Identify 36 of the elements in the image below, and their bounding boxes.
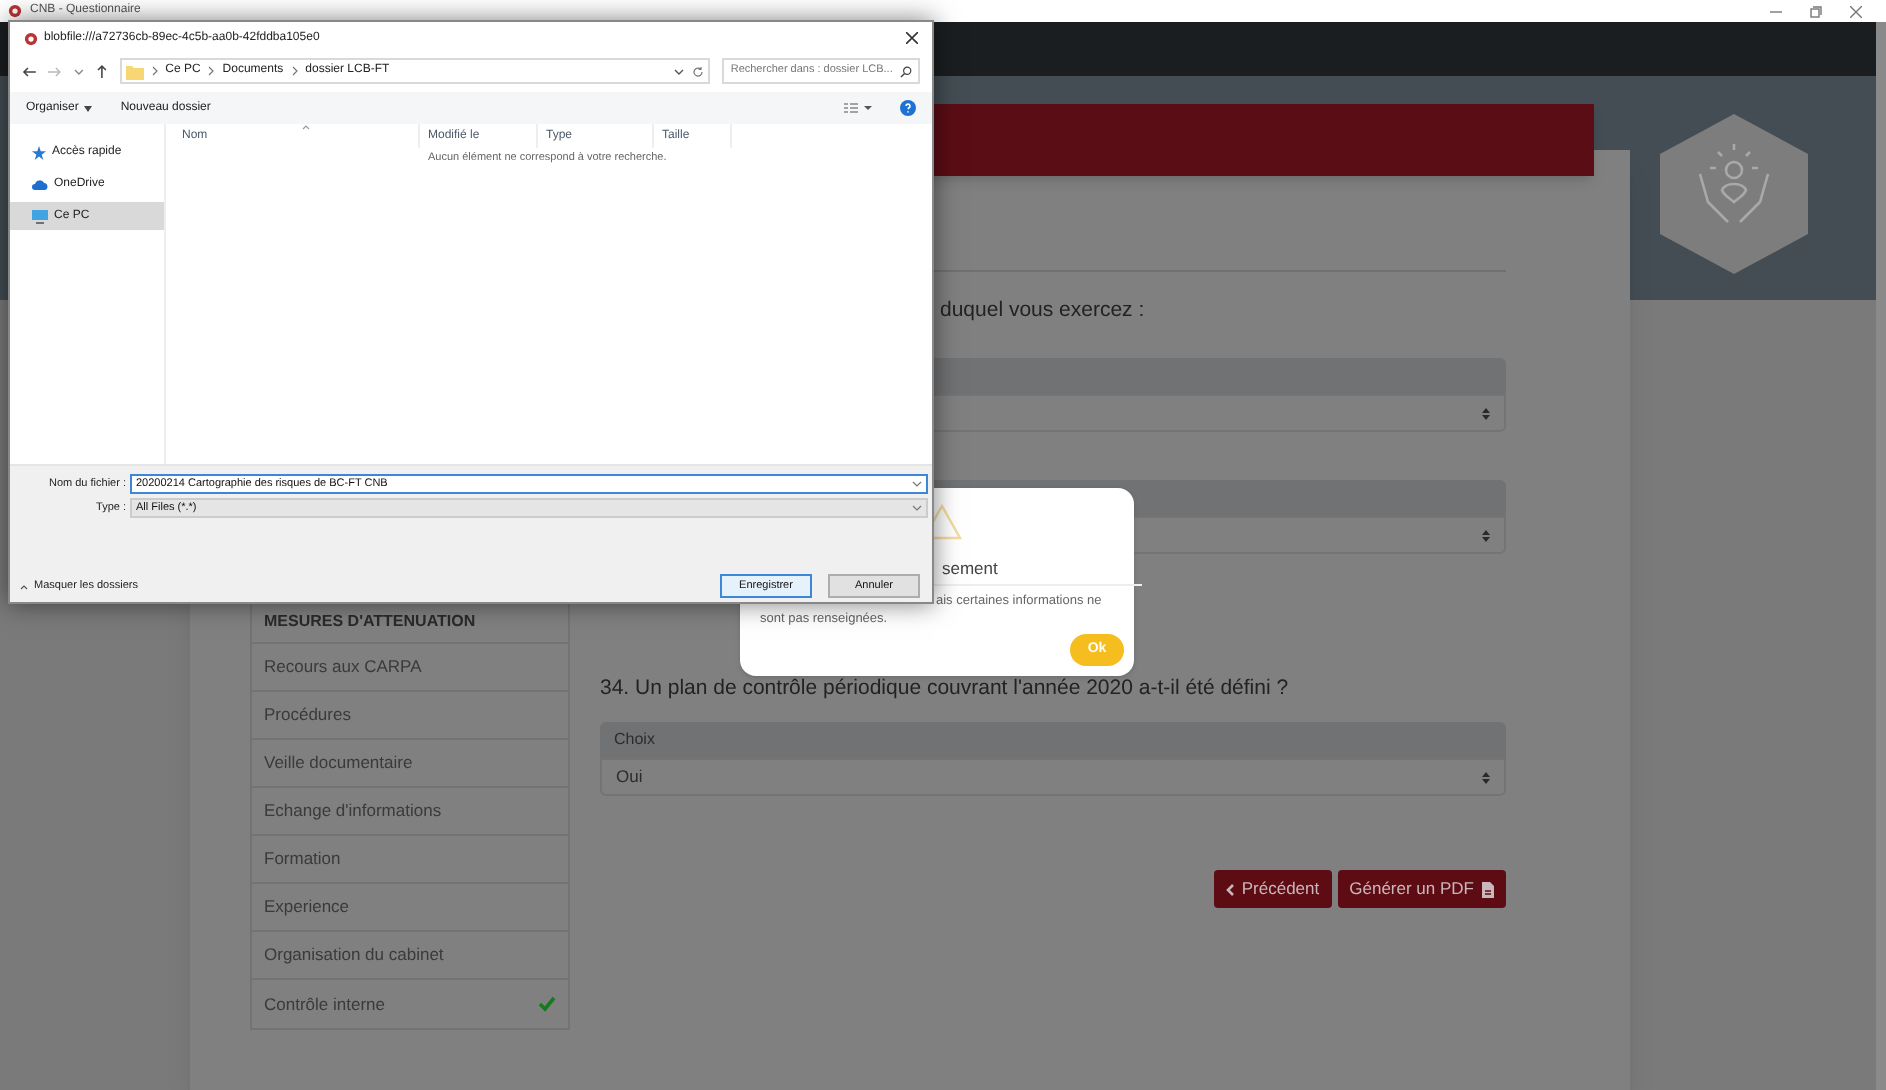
help-icon[interactable]: [900, 100, 916, 116]
chevron-right-icon: [291, 66, 298, 76]
chevron-left-icon: [1225, 883, 1234, 895]
close-icon[interactable]: [906, 32, 918, 44]
nav-button[interactable]: Précédent: [1213, 870, 1332, 908]
minimize-icon[interactable]: [1770, 5, 1782, 17]
alert-title: sement: [942, 556, 998, 582]
helping-hands-icon: [1656, 110, 1812, 278]
question-text: 34. Un plan de contrôle périodique couvrant l'année 2020 a-t-il été défini ?: [600, 674, 1291, 702]
chevron-up-icon: [20, 583, 28, 590]
sort-arrows-icon: [1482, 771, 1490, 783]
restore-icon[interactable]: [1810, 5, 1822, 17]
computer-icon: [32, 209, 48, 223]
chevron-down-icon: [912, 480, 922, 488]
scrollbar[interactable]: [1876, 22, 1886, 1090]
sort-arrows-icon: [1482, 407, 1490, 419]
refresh-icon[interactable]: [692, 65, 705, 77]
file-icon: [1482, 881, 1494, 897]
select-header: Choix: [600, 722, 1506, 758]
chevron-right-icon: [208, 66, 215, 76]
chevron-down-icon[interactable]: [73, 67, 84, 75]
back-arrow-icon[interactable]: [22, 65, 36, 77]
chevron-right-icon: [151, 66, 158, 76]
view-options-icon[interactable]: [844, 102, 872, 114]
chevron-down-icon: [912, 504, 922, 512]
up-arrow-icon[interactable]: [95, 64, 108, 78]
chevron-down-icon[interactable]: [674, 67, 685, 75]
nav-button[interactable]: Générer un PDF: [1337, 870, 1506, 908]
star-icon: [32, 145, 46, 159]
select-field[interactable]: Oui: [600, 758, 1506, 796]
cloud-icon: [32, 179, 48, 189]
search-icon: [900, 65, 912, 77]
question-text: duquel vous exercez :: [940, 296, 1147, 324]
sort-caret-icon: [302, 124, 310, 130]
caret-icon: [84, 105, 93, 111]
sort-arrows-icon: [1482, 529, 1490, 541]
